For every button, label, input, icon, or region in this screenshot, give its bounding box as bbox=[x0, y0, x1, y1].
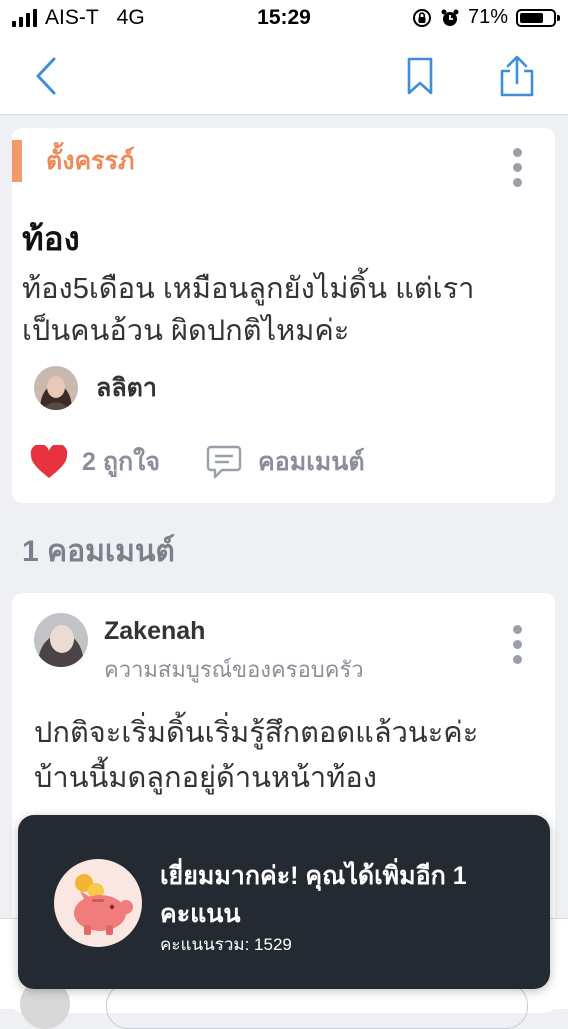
more-dot bbox=[512, 148, 522, 157]
share-button[interactable] bbox=[495, 54, 539, 98]
post-title: ท้อง bbox=[22, 220, 80, 257]
heart-icon[interactable] bbox=[30, 445, 68, 479]
toast-title: เยี่ยมมากค่ะ! คุณได้เพิ่มอีก 1 คะแนน bbox=[160, 862, 467, 928]
avatar bbox=[34, 613, 88, 667]
post-more-button[interactable] bbox=[511, 148, 523, 187]
alarm-icon bbox=[441, 9, 459, 26]
more-dot bbox=[512, 163, 522, 172]
toast-subtitle: คะแนนรวม: 1529 bbox=[160, 935, 292, 954]
battery-percent: 71% bbox=[467, 6, 508, 28]
orientation-lock-icon bbox=[412, 8, 431, 27]
comment-button[interactable]: คอมเมนต์ bbox=[206, 442, 365, 482]
battery-icon bbox=[516, 8, 560, 27]
comment-more-button[interactable] bbox=[511, 625, 523, 664]
tag-accent-bar bbox=[12, 140, 22, 182]
more-dot bbox=[512, 655, 522, 664]
post-tag[interactable]: ตั้งครรภ์ bbox=[46, 140, 135, 182]
comment-input[interactable] bbox=[106, 983, 528, 1029]
piggy-bank-icon bbox=[54, 859, 142, 947]
comment-icon bbox=[206, 445, 242, 479]
points-toast[interactable]: เยี่ยมมากค่ะ! คุณได้เพิ่มอีก 1 คะแนน คะแ… bbox=[18, 815, 550, 989]
battery-level bbox=[520, 12, 543, 23]
comments-count-heading: 1 คอมเมนต์ bbox=[22, 535, 175, 568]
post-author[interactable]: ลลิตา bbox=[34, 366, 157, 410]
status-right: 71% bbox=[412, 6, 560, 29]
comment-author-subtitle: ความสมบูรณ์ของครอบครัว bbox=[104, 657, 364, 682]
comment-label: คอมเมนต์ bbox=[257, 448, 365, 476]
more-dot bbox=[512, 178, 522, 187]
comment-author-name: Zakenah bbox=[104, 617, 206, 645]
nav-bar bbox=[0, 38, 568, 115]
chevron-left-icon bbox=[36, 57, 56, 95]
bookmark-button[interactable] bbox=[398, 54, 442, 98]
comment-author[interactable]: Zakenah ความสมบูรณ์ของครอบครัว bbox=[34, 613, 364, 687]
like-count: 2 ถูกใจ bbox=[82, 448, 160, 476]
share-icon bbox=[500, 55, 534, 97]
more-dot bbox=[512, 625, 522, 634]
status-bar: AIS-T 4G 15:29 71% bbox=[0, 0, 568, 38]
post-actions: 2 ถูกใจ คอมเมนต์ bbox=[30, 442, 365, 482]
more-dot bbox=[512, 640, 522, 649]
bookmark-icon bbox=[407, 57, 433, 95]
post-body: ท้อง5เดือน เหมือนลูกยังไม่ดิ้น แต่เราเป็… bbox=[22, 273, 475, 347]
back-button[interactable] bbox=[24, 54, 68, 98]
avatar bbox=[34, 366, 78, 410]
author-name: ลลิตา bbox=[96, 374, 157, 402]
comment-body: ปกติจะเริ่มดิ้นเริ่มรู้สึกตอดแล้วนะค่ะ บ… bbox=[34, 717, 479, 794]
